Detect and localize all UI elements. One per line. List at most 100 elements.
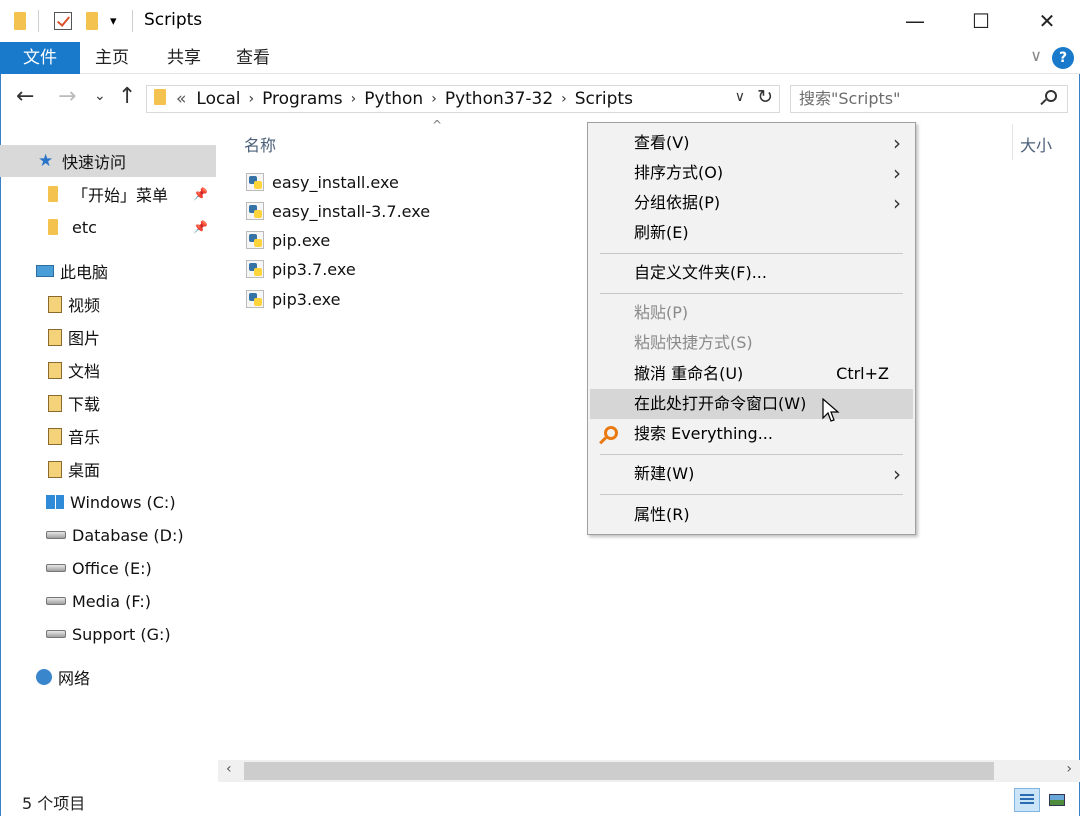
recent-locations-button[interactable]: ⌄ — [94, 88, 106, 104]
close-button[interactable]: ✕ — [1014, 0, 1080, 42]
help-icon[interactable]: ? — [1052, 47, 1074, 69]
customize-quick-access-icon[interactable]: ▾ — [110, 9, 117, 33]
large-icons-view-button[interactable] — [1044, 788, 1070, 812]
chevron-right-icon[interactable]: › — [431, 91, 437, 107]
sidebar-item-etc[interactable]: etc 📌 — [0, 211, 216, 243]
list-item[interactable]: easy_install-3.7.exe — [246, 197, 430, 225]
breadcrumb-item[interactable]: Python37-32 — [445, 89, 553, 109]
list-item[interactable]: pip3.exe — [246, 285, 340, 313]
search-placeholder: 搜索"Scripts" — [799, 89, 901, 108]
sidebar-item-network[interactable]: 网络 — [0, 661, 216, 693]
sidebar-item-quick-access[interactable]: ★ 快速访问 — [0, 145, 216, 177]
sidebar-item-label: 此电脑 — [60, 263, 109, 282]
sidebar-item-drive-d[interactable]: Database (D:) — [0, 519, 216, 551]
minimize-button[interactable]: — — [882, 0, 948, 42]
breadcrumb-item[interactable]: Scripts — [575, 89, 633, 109]
refresh-icon[interactable]: ↻ — [757, 86, 773, 108]
menu-item-label: 粘贴(P) — [634, 303, 689, 322]
sidebar-item-label: 桌面 — [68, 461, 101, 480]
menu-item-label: 搜索 Everything... — [634, 424, 773, 443]
menu-separator — [600, 494, 903, 495]
expand-ribbon-icon[interactable]: ∨ — [1030, 46, 1042, 65]
list-item[interactable]: pip3.7.exe — [246, 255, 356, 283]
sidebar-item-pictures[interactable]: 图片 — [0, 321, 216, 353]
menu-item-paste: 粘贴(P) — [590, 298, 913, 328]
breadcrumb-overflow[interactable]: « — [176, 89, 186, 109]
menu-item-shortcut: Ctrl+Z — [836, 364, 889, 383]
submenu-arrow-icon: › — [893, 131, 901, 155]
menu-item-undo-rename[interactable]: 撤消 重命名(U) Ctrl+Z — [590, 359, 913, 389]
column-divider[interactable] — [1012, 124, 1013, 160]
menu-item-view[interactable]: 查看(V) › — [590, 128, 913, 158]
details-view-button[interactable] — [1014, 788, 1040, 812]
breadcrumb-item[interactable]: Local — [196, 89, 240, 109]
forward-button[interactable]: → — [58, 84, 76, 109]
context-menu: 查看(V) › 排序方式(O) › 分组依据(P) › 刷新(E) 自定义文件夹… — [587, 122, 916, 535]
address-dropdown-icon[interactable]: ∨ — [735, 89, 745, 105]
sidebar-item-start-menu[interactable]: 「开始」菜单 📌 — [0, 178, 216, 210]
scroll-right-icon[interactable]: › — [1066, 761, 1072, 777]
scrollbar-thumb[interactable] — [244, 762, 994, 780]
sidebar-item-label: Windows (C:) — [70, 492, 176, 512]
list-item[interactable]: easy_install.exe — [246, 168, 399, 196]
breadcrumb-item[interactable]: Programs — [262, 89, 343, 109]
up-button[interactable]: ↑ — [118, 84, 136, 109]
sidebar-item-music[interactable]: 音乐 — [0, 420, 216, 452]
tab-file[interactable]: 文件 — [0, 42, 80, 74]
address-bar[interactable]: « Local › Programs › Python › Python37-3… — [146, 85, 780, 113]
sidebar-item-desktop[interactable]: 桌面 — [0, 453, 216, 485]
pin-icon[interactable]: 📌 — [193, 220, 208, 234]
sidebar-item-this-pc[interactable]: 此电脑 — [0, 255, 216, 287]
search-icon[interactable] — [1045, 90, 1057, 102]
separator — [132, 9, 133, 33]
chevron-right-icon[interactable]: › — [351, 91, 357, 107]
sidebar-item-label: 快速访问 — [62, 153, 127, 172]
sidebar-item-documents[interactable]: 文档 — [0, 354, 216, 386]
menu-item-new[interactable]: 新建(W) › — [590, 459, 913, 489]
item-count: 5 个项目 — [22, 794, 86, 813]
chevron-right-icon[interactable]: › — [248, 91, 254, 107]
scroll-left-icon[interactable]: ‹ — [226, 761, 232, 777]
menu-item-customize-folder[interactable]: 自定义文件夹(F)... — [590, 258, 913, 288]
sidebar-item-videos[interactable]: 视频 — [0, 288, 216, 320]
menu-item-label: 在此处打开命令窗口(W) — [634, 394, 807, 413]
menu-separator — [600, 293, 903, 294]
column-header-size[interactable]: 大小 — [1020, 132, 1052, 156]
horizontal-scrollbar[interactable]: ‹ › — [218, 760, 1080, 782]
breadcrumb-item[interactable]: Python — [364, 89, 423, 109]
sidebar-item-drive-e[interactable]: Office (E:) — [0, 552, 216, 584]
sidebar-item-label: 下载 — [68, 395, 101, 414]
pictures-folder-icon — [48, 328, 62, 346]
python-exe-icon — [246, 231, 264, 249]
sidebar-item-drive-f[interactable]: Media (F:) — [0, 585, 216, 617]
new-folder-icon[interactable] — [86, 9, 98, 33]
tab-home[interactable]: 主页 — [82, 42, 142, 74]
tab-view[interactable]: 查看 — [222, 42, 284, 74]
sidebar-item-downloads[interactable]: 下载 — [0, 387, 216, 419]
menu-item-properties[interactable]: 属性(R) — [590, 500, 913, 530]
pin-icon[interactable]: 📌 — [193, 187, 208, 201]
sidebar-item-drive-g[interactable]: Support (G:) — [0, 618, 216, 650]
search-input[interactable]: 搜索"Scripts" — [790, 85, 1068, 113]
list-item[interactable]: pip.exe — [246, 226, 330, 254]
menu-item-paste-shortcut: 粘贴快捷方式(S) — [590, 328, 913, 358]
column-header-name[interactable]: 名称 — [244, 132, 276, 156]
menu-item-open-command-window[interactable]: 在此处打开命令窗口(W) — [590, 389, 913, 419]
sidebar-item-label: etc — [72, 217, 97, 237]
folder-icon — [48, 219, 66, 235]
file-name: pip3.7.exe — [272, 259, 356, 279]
properties-check-icon[interactable] — [54, 9, 72, 33]
menu-item-refresh[interactable]: 刷新(E) — [590, 218, 913, 248]
sidebar-item-drive-c[interactable]: Windows (C:) — [0, 486, 216, 518]
chevron-right-icon[interactable]: › — [561, 91, 567, 107]
mouse-cursor-icon — [822, 398, 840, 422]
maximize-button[interactable]: ☐ — [948, 0, 1014, 42]
menu-item-sort-by[interactable]: 排序方式(O) › — [590, 158, 913, 188]
menu-item-search-everything[interactable]: 搜索 Everything... — [590, 419, 913, 449]
back-button[interactable]: ← — [16, 84, 34, 109]
sidebar-item-label: Media (F:) — [72, 591, 151, 611]
sort-ascending-icon: ^ — [432, 118, 443, 132]
menu-item-group-by[interactable]: 分组依据(P) › — [590, 188, 913, 218]
menu-item-label: 粘贴快捷方式(S) — [634, 333, 753, 352]
tab-share[interactable]: 共享 — [154, 42, 214, 74]
